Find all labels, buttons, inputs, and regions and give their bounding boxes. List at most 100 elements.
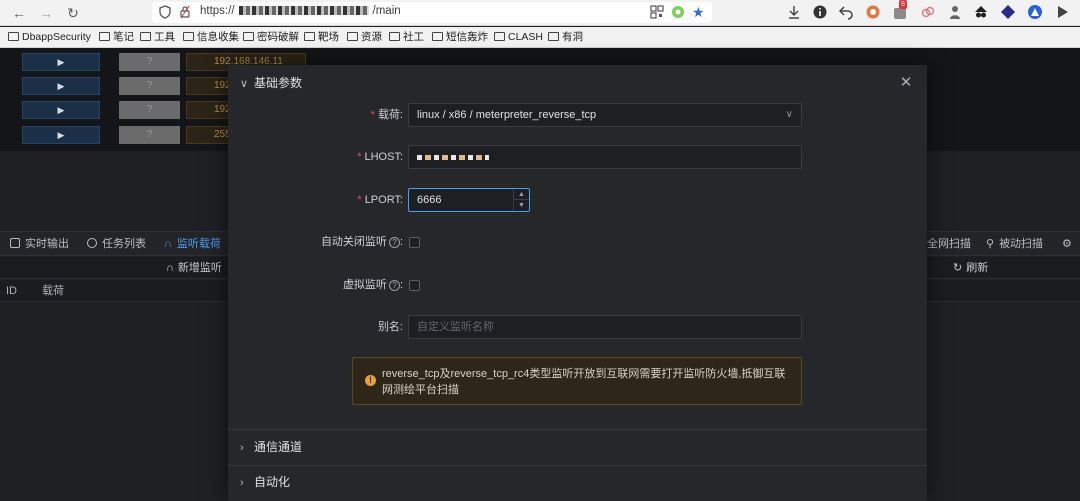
headset-icon: ∩ [164,238,172,250]
status-cell: ? [119,77,180,95]
undo-icon[interactable] [838,4,854,20]
lport-label: * LPORT: [357,194,403,206]
virtual-listener-label: 虚拟监听?: [342,279,403,291]
auto-close-checkbox[interactable] [409,237,420,248]
person-extension-icon[interactable] [947,4,963,20]
browser-toolbar: ← → ↻ https:// /main ★ 8 [0,0,1080,26]
status-cell: ? [119,126,180,144]
extension-badge: 8 [899,0,907,9]
folder-icon [389,32,400,41]
spy-extension-icon[interactable] [973,4,989,20]
refresh-button[interactable]: ↻ 刷新 [953,257,988,279]
bookmark-folder[interactable]: 资源 [347,30,382,45]
bookmark-folder[interactable]: 信息收集 [183,30,239,45]
alias-input[interactable]: 自定义监听名称 [408,315,802,339]
expand-button[interactable]: ▶ [22,77,100,95]
settings-gear-icon[interactable]: ⚙ [1062,232,1072,256]
tab-listeners[interactable]: ∩ 监听载荷 [164,232,221,256]
expand-button[interactable]: ▶ [22,101,100,119]
auto-close-label: 自动关闭监听?: [320,236,403,248]
close-icon[interactable]: ✕ [899,75,913,90]
chevron-down-icon: ∨ [785,109,793,120]
firewall-warning-alert: ! reverse_tcp及reverse_tcp_rc4类型监听开放到互联网需… [352,357,802,405]
address-bar[interactable]: https:// /main ★ [152,2,712,23]
section-title: 自动化 [254,475,291,489]
new-listener-modal: ∨ 基础参数 ✕ * 载荷: linux / x86 / meterpreter_r… [228,65,927,501]
tab-passive-scan[interactable]: ⚲ 被动扫描 [986,232,1043,256]
refresh-icon: ↻ [953,262,963,274]
tab-realtime-output[interactable]: 实时输出 [10,232,69,256]
chevron-down-icon: ∨ [240,78,249,90]
diamond-extension-icon[interactable] [1000,4,1016,20]
lhost-input[interactable] [408,145,802,169]
cookie-extension-icon[interactable] [865,4,881,20]
lock-icon[interactable] [178,5,192,19]
status-cell: ? [119,101,180,119]
folder-icon [347,32,358,41]
required-mark: * [357,194,362,206]
extension-badge-icon[interactable]: 8 [892,0,910,20]
bookmark-star-icon[interactable]: ★ [692,5,706,19]
status-cell: ? [119,53,180,71]
add-listener-button[interactable]: ∩ 新增监听 [166,257,222,279]
warning-icon: ! [365,375,376,386]
url-prefix: https:// [200,5,235,17]
help-icon[interactable]: ? [388,237,400,248]
search-icon: ⚲ [986,238,995,250]
column-id: ID [6,285,17,297]
bookmark-folder[interactable]: 社工 [389,30,424,45]
terminal-icon [10,238,20,248]
section-basic-params[interactable]: ∨ 基础参数 [228,67,927,99]
bookmarks-bar: DbappSecurity 笔记 工具 信息收集 密码破解 靶场 资源 社工 短… [0,27,1080,48]
forward-icon[interactable]: → [37,4,55,22]
bookmark-folder[interactable]: CLASH [494,30,543,45]
section-title: 基础参数 [254,76,303,90]
qr-code-icon[interactable] [650,5,664,19]
folder-icon [304,32,315,41]
bookmark-folder[interactable]: 密码破解 [243,30,299,45]
bookmark-folder[interactable]: 有洞 [548,30,583,45]
folder-icon [243,32,254,41]
bookmark-folder[interactable]: 靶场 [304,30,339,45]
expand-button[interactable]: ▶ [22,53,100,71]
tab-task-list[interactable]: 任务列表 [87,232,146,256]
headset-icon: ∩ [166,262,174,274]
section-automation[interactable]: › 自动化 [228,466,927,498]
column-payload: 载荷 [42,285,64,297]
lhost-label: * LHOST: [357,151,403,163]
bookmark-folder[interactable]: 工具 [140,30,175,45]
back-icon[interactable]: ← [10,4,28,22]
tab-network-scan[interactable]: 全网扫描 [927,232,971,256]
folder-icon [432,32,443,41]
triangle-extension-icon[interactable] [1027,4,1043,20]
bookmark-folder[interactable]: DbappSecurity [8,30,91,45]
play-icon[interactable] [1054,4,1070,20]
alert-text: reverse_tcp及reverse_tcp_rc4类型监听开放到互联网需要打… [382,368,786,396]
lhost-redacted-value [417,154,489,160]
download-icon[interactable] [786,4,802,20]
lport-input[interactable]: 6666 ▲ ▼ [408,188,530,212]
extension-green-icon[interactable] [671,5,685,19]
link-extension-icon[interactable] [920,4,936,20]
section-channel[interactable]: › 通信通道 [228,431,927,463]
divider [228,429,927,430]
bookmark-folder[interactable]: 笔记 [99,30,134,45]
info-icon[interactable] [812,4,828,20]
alias-label: 别名: [377,321,403,333]
virtual-listener-checkbox[interactable] [409,280,420,291]
bookmark-folder[interactable]: 短信轰炸 [432,30,488,45]
folder-icon [183,32,194,41]
payload-select[interactable]: linux / x86 / meterpreter_reverse_tcp ∨ [408,103,802,127]
step-down-icon[interactable]: ▼ [514,200,529,211]
lport-stepper[interactable]: ▲ ▼ [513,189,529,211]
folder-icon [99,32,110,41]
help-icon[interactable]: ? [388,280,400,291]
expand-button[interactable]: ▶ [22,126,100,144]
url-redacted [238,6,369,16]
clock-icon [87,238,97,248]
step-up-icon[interactable]: ▲ [514,189,529,200]
reload-icon[interactable]: ↻ [64,4,82,22]
folder-icon [548,32,559,41]
required-mark: * [357,151,362,163]
shield-icon[interactable] [158,5,172,19]
